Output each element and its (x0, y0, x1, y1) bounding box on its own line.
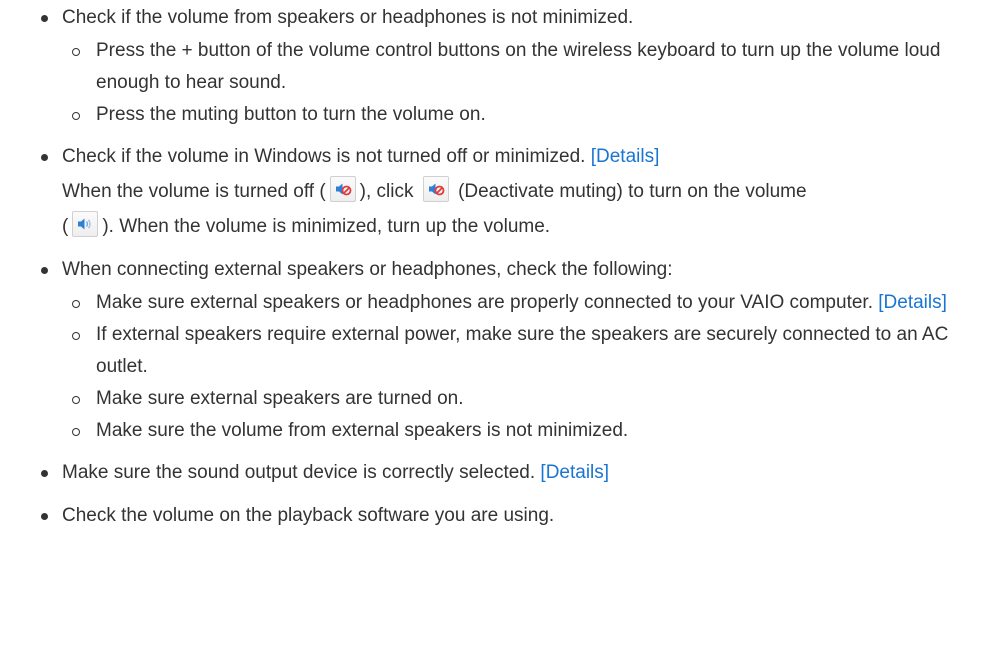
sub-list-item: If external speakers require external po… (62, 319, 1005, 383)
list-item: Make sure the sound output device is cor… (0, 455, 1005, 490)
details-link[interactable]: [Details] (591, 146, 660, 167)
deactivate-muting-icon[interactable] (422, 176, 449, 202)
list-item: Check if the volume in Windows is not tu… (0, 139, 1005, 244)
sub-list-item: Make sure external speakers or headphone… (62, 287, 1005, 319)
details-link[interactable]: [Details] (878, 292, 947, 313)
list-item: Check if the volume from speakers or hea… (0, 0, 1005, 131)
instruction-text: (Deactivate muting) to turn on the volum… (458, 181, 807, 202)
sub-list: Press the + button of the volume control… (62, 35, 1005, 131)
item-text: Check the volume on the playback softwar… (62, 505, 555, 526)
sub-list: Make sure external speakers or headphone… (62, 287, 1005, 447)
sub-item-text: If external speakers require external po… (96, 324, 949, 377)
sub-list-item: Make sure the volume from external speak… (62, 415, 1005, 447)
instruction-text: ). When the volume is minimized, turn up… (102, 216, 551, 237)
speaker-muted-icon (329, 176, 356, 202)
list-item: Check the volume on the playback softwar… (0, 498, 1005, 533)
list-item: When connecting external speakers or hea… (0, 252, 1005, 447)
sub-item-text: Make sure external speakers are turned o… (96, 388, 464, 409)
sub-item-text: Make sure the volume from external speak… (96, 420, 629, 441)
volume-instructions: When the volume is turned off ( ), click… (62, 174, 1005, 244)
instruction-text: When the volume is turned off ( (62, 181, 326, 202)
item-text: Check if the volume from speakers or hea… (62, 7, 634, 28)
sub-list-item: Press the + button of the volume control… (62, 35, 1005, 99)
instruction-text: ), click (359, 181, 414, 202)
item-text: Make sure the sound output device is cor… (62, 462, 536, 483)
sub-item-text: Make sure external speakers or headphone… (96, 292, 873, 313)
sub-item-text: Press the muting button to turn the volu… (96, 104, 486, 125)
item-text: When connecting external speakers or hea… (62, 259, 673, 280)
sub-item-text: Press the + button of the volume control… (96, 40, 941, 93)
troubleshooting-content: Check if the volume from speakers or hea… (0, 0, 1005, 533)
sub-list-item: Make sure external speakers are turned o… (62, 383, 1005, 415)
speaker-on-icon (72, 211, 99, 237)
checklist: Check if the volume from speakers or hea… (0, 0, 1005, 533)
sub-list-item: Press the muting button to turn the volu… (62, 99, 1005, 131)
item-text: Check if the volume in Windows is not tu… (62, 146, 586, 167)
details-link[interactable]: [Details] (540, 462, 609, 483)
instruction-text: ( (62, 216, 69, 237)
